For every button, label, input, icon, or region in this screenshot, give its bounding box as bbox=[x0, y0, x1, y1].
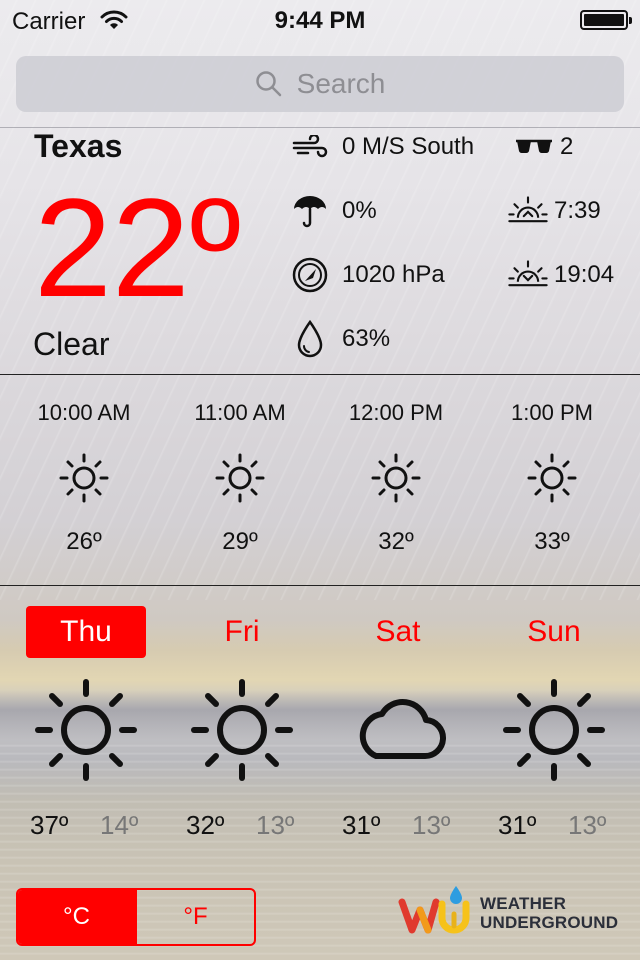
hour-time: 11:00 AM bbox=[194, 400, 286, 425]
divider bbox=[0, 585, 640, 586]
precipitation-value: 0% bbox=[342, 197, 377, 224]
fahrenheit-button[interactable]: °F bbox=[135, 890, 254, 944]
hour-temp: 32º bbox=[378, 528, 414, 555]
current-temperature: 22º bbox=[34, 169, 241, 326]
sunglasses-icon bbox=[512, 127, 556, 167]
uv-value: 2 bbox=[560, 133, 574, 160]
hour-time: 12:00 PM bbox=[348, 400, 444, 425]
day-high: 37º bbox=[30, 810, 69, 840]
logo-text: WEATHER UNDERGROUND bbox=[480, 894, 618, 932]
hour-time: 1:00 PM bbox=[511, 400, 593, 425]
precipitation-row: 0% bbox=[288, 191, 377, 231]
sun-icon bbox=[58, 452, 110, 509]
day-tab[interactable]: Fri bbox=[182, 606, 302, 658]
search-input[interactable]: Search bbox=[297, 68, 386, 100]
sun-icon bbox=[190, 678, 294, 787]
logo-line1: WEATHER bbox=[480, 894, 567, 913]
wind-value: 0 M/S South bbox=[342, 133, 475, 160]
sunrise-row: 7:39 bbox=[506, 191, 601, 231]
day-low: 13º bbox=[568, 810, 607, 840]
sun-icon bbox=[526, 452, 578, 509]
weather-underground-logo[interactable]: WEATHER UNDERGROUND bbox=[398, 880, 628, 940]
day-high: 31º bbox=[498, 810, 537, 840]
day-tab[interactable]: Thu bbox=[26, 606, 146, 658]
day-low: 14º bbox=[100, 810, 139, 840]
cloud-icon bbox=[346, 678, 450, 787]
wind-row: 0 M/S South bbox=[288, 127, 474, 167]
day-item-sat[interactable]: Sat 31º 13º bbox=[328, 606, 484, 846]
sunset-value: 19:04 bbox=[554, 261, 615, 288]
day-low: 13º bbox=[412, 810, 451, 840]
status-time: 9:44 PM bbox=[274, 7, 366, 34]
day-high: 32º bbox=[186, 810, 225, 840]
humidity-value: 63% bbox=[342, 325, 391, 352]
sun-icon bbox=[214, 452, 266, 509]
gauge-icon bbox=[288, 255, 332, 295]
hour-temp: 26º bbox=[66, 528, 102, 555]
pressure-value: 1020 hPa bbox=[342, 261, 445, 288]
sunset-icon bbox=[506, 255, 550, 295]
sunrise-value: 7:39 bbox=[554, 197, 601, 224]
hourly-item: 1:00 PM 33º bbox=[472, 400, 632, 560]
pressure-row: 1020 hPa bbox=[288, 255, 445, 295]
umbrella-icon bbox=[288, 191, 332, 231]
search-bar[interactable]: Search bbox=[16, 56, 624, 112]
day-low: 13º bbox=[256, 810, 295, 840]
hour-time: 10:00 AM bbox=[37, 400, 131, 425]
current-condition: Clear bbox=[33, 326, 110, 362]
search-icon bbox=[255, 71, 281, 97]
units-toggle: °C °F bbox=[16, 888, 256, 946]
sun-icon bbox=[34, 678, 138, 787]
sunset-row: 19:04 bbox=[506, 255, 614, 295]
uv-row: 2 bbox=[512, 127, 573, 167]
status-bar: Carrier 9:44 PM bbox=[0, 0, 640, 40]
sun-icon bbox=[370, 452, 422, 509]
sun-icon bbox=[502, 678, 606, 787]
battery-icon bbox=[580, 10, 632, 30]
city-name: Texas bbox=[34, 128, 123, 164]
wu-logo-icon bbox=[398, 886, 470, 934]
hour-temp: 33º bbox=[534, 528, 570, 555]
celsius-button[interactable]: °C bbox=[18, 890, 135, 944]
hour-temp: 29º bbox=[222, 528, 258, 555]
day-tab[interactable]: Sat bbox=[338, 606, 458, 658]
wind-icon bbox=[288, 127, 332, 167]
humidity-row: 63% bbox=[288, 319, 390, 359]
sunrise-icon bbox=[506, 191, 550, 231]
hourly-item: 12:00 PM 32º bbox=[316, 400, 476, 560]
hourly-item: 11:00 AM 29º bbox=[160, 400, 320, 560]
day-tab[interactable]: Sun bbox=[494, 606, 614, 658]
day-item-thu[interactable]: Thu 37º 14º bbox=[16, 606, 172, 846]
hourly-item: 10:00 AM 26º bbox=[4, 400, 164, 560]
divider bbox=[0, 374, 640, 375]
logo-line2: UNDERGROUND bbox=[480, 913, 619, 932]
day-high: 31º bbox=[342, 810, 381, 840]
day-item-fri[interactable]: Fri 32º 13º bbox=[172, 606, 328, 846]
day-item-sun[interactable]: Sun 31º 13º bbox=[484, 606, 640, 846]
droplet-icon bbox=[288, 319, 332, 359]
